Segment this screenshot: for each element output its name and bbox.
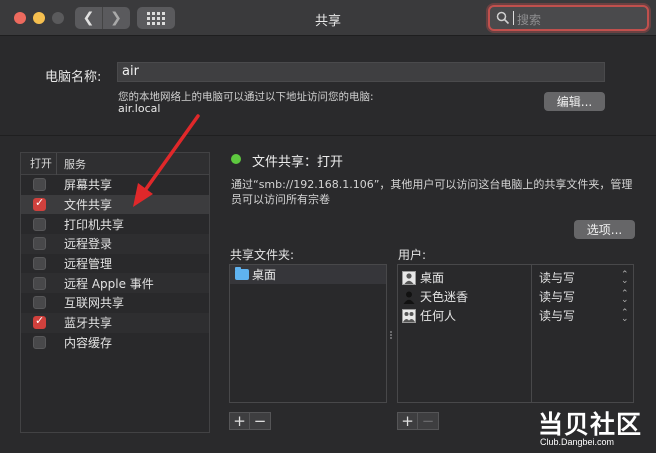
search-placeholder: 搜索	[517, 13, 542, 27]
single-user-icon	[402, 270, 416, 285]
user-name-cell: 任何人	[402, 307, 456, 324]
permission-select[interactable]: 读与写	[539, 288, 575, 305]
watermark-logo: 当贝社区 Club.Dangbei.com	[532, 405, 652, 451]
person-silhouette-icon	[403, 291, 415, 304]
sharing-description: 通过“smb://192.168.1.106”，其他用户可以访问这台电脑上的共享…	[231, 178, 633, 206]
folder-add-remove-controls: + −	[229, 412, 271, 430]
service-checkbox[interactable]	[33, 276, 46, 290]
permission-select[interactable]: 读与写	[539, 269, 575, 286]
services-list: 打开 服务 屏幕共享文件共享打印机共享远程登录远程管理远程 Apple 事件互联…	[20, 152, 210, 433]
folder-icon	[235, 267, 249, 280]
user-name-cell: 天色迷香	[402, 288, 468, 305]
users-list: 桌面 读与写 ⌃ ⌄ 天色迷香 读与写 ⌃ ⌄ 任何人 读与写 ⌃ ⌄	[397, 264, 634, 403]
search-field[interactable]: 搜索	[488, 5, 649, 31]
folder-row[interactable]: 桌面	[230, 265, 386, 284]
remove-user-button[interactable]: −	[418, 412, 439, 430]
shared-folders-list: 桌面	[229, 264, 387, 403]
service-checkbox[interactable]	[33, 178, 46, 192]
user-name: 任何人	[420, 309, 457, 323]
service-label: 互联网共享	[64, 296, 125, 311]
service-row[interactable]: 内容缓存	[21, 333, 209, 353]
section-divider	[0, 135, 656, 136]
service-checkbox[interactable]	[33, 257, 46, 271]
service-row[interactable]: 互联网共享	[21, 293, 209, 313]
user-add-remove-controls: + −	[397, 412, 439, 430]
service-label: 内容缓存	[64, 335, 113, 350]
services-list-header: 打开 服务	[21, 152, 209, 175]
search-icon	[496, 11, 510, 25]
service-label: 远程登录	[64, 237, 113, 252]
watermark-url: Club.Dangbei.com	[540, 437, 615, 447]
remove-folder-button[interactable]: −	[250, 412, 271, 430]
watermark-text: 当贝社区	[538, 410, 643, 439]
service-row[interactable]: 远程 Apple 事件	[21, 273, 209, 294]
service-checkbox[interactable]	[33, 314, 46, 330]
service-checkbox[interactable]	[33, 237, 46, 251]
local-hostname: air.local	[118, 102, 161, 115]
service-row[interactable]: 屏幕共享	[21, 175, 209, 195]
service-row[interactable]: 蓝牙共享	[21, 312, 209, 333]
service-label: 屏幕共享	[64, 178, 113, 193]
service-label: 蓝牙共享	[64, 316, 113, 331]
service-checkbox[interactable]	[33, 335, 46, 349]
user-name: 天色迷香	[420, 290, 469, 304]
updown-stepper-icon[interactable]: ⌃ ⌄	[621, 308, 629, 323]
service-row[interactable]: 文件共享	[21, 194, 209, 215]
service-checkbox[interactable]	[33, 296, 46, 310]
service-label: 远程 Apple 事件	[64, 276, 154, 291]
folder-name: 桌面	[252, 268, 277, 282]
shared-folders-label: 共享文件夹:	[230, 248, 295, 262]
updown-stepper-icon[interactable]: ⌃ ⌄	[621, 289, 629, 304]
service-checkbox[interactable]	[33, 196, 46, 212]
user-name: 桌面	[420, 271, 445, 285]
user-row[interactable]: 任何人 读与写 ⌃ ⌄	[398, 306, 633, 325]
service-row[interactable]: 远程登录	[21, 234, 209, 254]
service-checkbox[interactable]	[33, 217, 46, 231]
add-user-button[interactable]: +	[397, 412, 418, 430]
column-header-on[interactable]: 打开	[21, 152, 57, 175]
text-cursor	[513, 11, 514, 25]
service-label: 文件共享	[64, 198, 113, 213]
service-row[interactable]: 打印机共享	[21, 214, 209, 234]
user-name-cell: 桌面	[402, 269, 444, 286]
file-sharing-status: 文件共享：打开	[252, 155, 344, 170]
title-bar: ❮ ❯ 共享 搜索	[0, 0, 656, 36]
computer-name-label: 电脑名称:	[45, 70, 102, 85]
updown-stepper-icon[interactable]: ⌃ ⌄	[621, 270, 629, 285]
split-handle[interactable]	[389, 330, 393, 340]
status-indicator	[231, 154, 241, 164]
group-users-icon	[402, 308, 416, 323]
add-folder-button[interactable]: +	[229, 412, 250, 430]
service-label: 打印机共享	[64, 217, 125, 232]
edit-button[interactable]: 编辑...	[544, 92, 605, 111]
users-label: 用户:	[398, 248, 427, 262]
user-row[interactable]: 桌面 读与写 ⌃ ⌄	[398, 268, 633, 287]
options-button[interactable]: 选项...	[574, 220, 635, 239]
column-header-service[interactable]: 服务	[57, 156, 86, 172]
service-row[interactable]: 远程管理	[21, 254, 209, 274]
computer-name-input[interactable]: air	[117, 62, 605, 82]
permission-select[interactable]: 读与写	[539, 307, 575, 324]
user-row[interactable]: 天色迷香 读与写 ⌃ ⌄	[398, 287, 633, 306]
service-label: 远程管理	[64, 257, 113, 272]
